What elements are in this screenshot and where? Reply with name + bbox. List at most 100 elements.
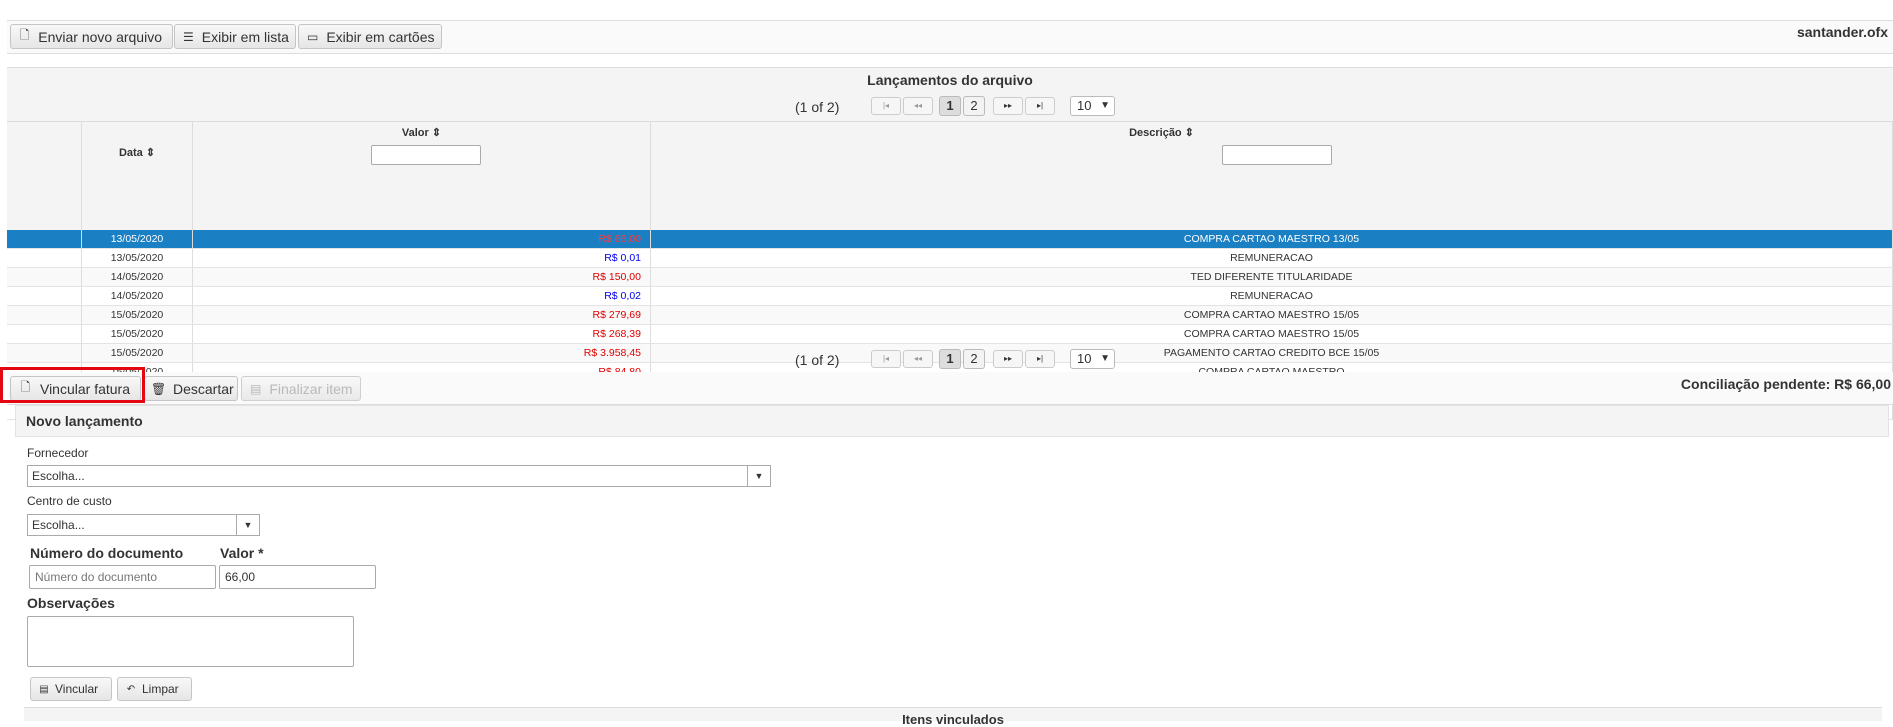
next-page-button[interactable]: ▸▸ <box>993 97 1023 115</box>
cost-center-value: Escolha... <box>32 518 85 532</box>
save-icon: ▤ <box>39 683 49 695</box>
first-page-button[interactable]: |◂ <box>871 97 901 115</box>
description-filter-input[interactable] <box>1222 145 1332 165</box>
first-page-button[interactable]: |◂ <box>871 350 901 368</box>
notes-label: Observações <box>27 595 115 611</box>
link-button[interactable]: ▤ Vincular <box>30 677 112 701</box>
page-2-button[interactable]: 2 <box>963 349 985 369</box>
supplier-select[interactable]: Escolha... ▼ <box>27 465 771 487</box>
row-date: 15/05/2020 <box>82 344 193 362</box>
entries-panel: Lançamentos do arquivo (1 of 2) |◂ ◂◂ 1 … <box>7 67 1893 420</box>
table-row[interactable]: 15/05/2020 R$ 268,39 COMPRA CARTAO MAESTRO… <box>7 325 1893 344</box>
table-row[interactable]: 13/05/2020 R$ 66,00 COMPRA CARTAO MAESTRO … <box>7 230 1893 249</box>
list-icon: ☰ <box>183 29 194 44</box>
row-date: 13/05/2020 <box>82 249 193 267</box>
value-filter-input[interactable] <box>371 145 481 165</box>
cards-view-label: Exibir em cartões <box>326 28 435 45</box>
trash-icon: 🗑 <box>151 381 167 396</box>
card-icon: ▭ <box>307 29 319 44</box>
row-value: R$ 0,02 <box>193 287 651 305</box>
row-value: R$ 66,00 <box>193 230 651 248</box>
list-view-button[interactable]: ☰ Exibir em lista <box>174 24 296 49</box>
rows-per-page-value: 10 <box>1077 351 1092 366</box>
panel-title: Lançamentos do arquivo <box>867 72 1033 88</box>
chevron-down-icon: ▼ <box>236 515 259 535</box>
pager-top: (1 of 2) |◂ ◂◂ 1 2 ▸▸ ▸| 10 ▼ <box>795 95 1125 117</box>
select-column-header <box>7 121 82 230</box>
row-value: R$ 268,39 <box>193 325 651 343</box>
prev-page-button[interactable]: ◂◂ <box>903 350 933 368</box>
page-2-button[interactable]: 2 <box>963 96 985 116</box>
discard-button[interactable]: 🗑 Descartar <box>144 376 238 401</box>
row-select-cell <box>7 306 82 324</box>
row-description: TED DIFERENTE TITULARIDADE <box>651 268 1893 286</box>
row-date: 14/05/2020 <box>82 287 193 305</box>
last-page-button[interactable]: ▸| <box>1025 97 1055 115</box>
link-button-label: Vincular <box>55 682 99 696</box>
new-entry-section: Novo lançamento <box>15 405 1889 437</box>
finish-item-button[interactable]: ▤ Finalizar item <box>241 376 361 401</box>
row-description: COMPRA CARTAO MAESTRO 13/05 <box>651 230 1893 248</box>
date-column-header[interactable]: Data ⇕ <box>82 121 193 230</box>
sort-icon: ⇕ <box>1184 127 1194 139</box>
row-description: COMPRA CARTAO MAESTRO 15/05 <box>651 325 1893 343</box>
file-icon: 🗋 <box>19 28 30 42</box>
list-view-label: Exibir em lista <box>201 28 289 45</box>
row-select-cell <box>7 268 82 286</box>
upload-file-label: Enviar novo arquivo <box>38 28 162 45</box>
row-select-cell <box>7 287 82 305</box>
rows-per-page-value: 10 <box>1077 98 1092 113</box>
page-1-button[interactable]: 1 <box>939 349 961 369</box>
cost-center-label: Centro de custo <box>27 494 112 508</box>
clear-button[interactable]: ↶ Limpar <box>117 677 192 701</box>
notes-textarea[interactable] <box>27 616 354 667</box>
table-row[interactable]: 13/05/2020 R$ 0,01 REMUNERACAO <box>7 249 1893 268</box>
value-input[interactable]: 66,00 <box>219 565 376 589</box>
table-row[interactable]: 14/05/2020 R$ 0,02 REMUNERACAO <box>7 287 1893 306</box>
row-description: COMPRA CARTAO MAESTRO 15/05 <box>651 306 1893 324</box>
rows-per-page-select[interactable]: 10 ▼ <box>1070 96 1115 116</box>
row-date: 15/05/2020 <box>82 306 193 324</box>
linked-items-section: Itens vinculados <box>24 707 1882 727</box>
row-date: 15/05/2020 <box>82 325 193 343</box>
clear-button-label: Limpar <box>142 682 179 696</box>
sort-icon: ⇕ <box>431 127 442 139</box>
section-title: Novo lançamento <box>26 413 143 429</box>
page-1-button[interactable]: 1 <box>939 96 961 116</box>
table-row[interactable]: 14/05/2020 R$ 150,00 TED DIFERENTE TITULAR… <box>7 268 1893 287</box>
description-column-label: Descrição ⇕ <box>1129 127 1194 139</box>
highlight-box <box>0 367 145 403</box>
supplier-label: Fornecedor <box>27 446 89 460</box>
document-number-input[interactable]: Número do documento <box>29 565 216 589</box>
page-count: (1 of 2) <box>795 99 840 115</box>
pager-bottom: (1 of 2) |◂ ◂◂ 1 2 ▸▸ ▸| 10 ▼ <box>795 348 1125 370</box>
rows-per-page-select[interactable]: 10 ▼ <box>1070 349 1115 369</box>
date-column-label: Data ⇕ <box>118 147 156 159</box>
document-number-label: Número do documento <box>30 545 184 561</box>
finish-item-label: Finalizar item <box>269 380 353 397</box>
file-name: santander.ofx <box>1796 24 1888 40</box>
chevron-down-icon: ▼ <box>1100 100 1110 111</box>
prev-page-button[interactable]: ◂◂ <box>903 97 933 115</box>
last-page-button[interactable]: ▸| <box>1025 350 1055 368</box>
cost-center-select[interactable]: Escolha... ▼ <box>27 514 260 536</box>
row-date: 14/05/2020 <box>82 268 193 286</box>
sort-icon: ⇕ <box>145 147 156 159</box>
next-page-button[interactable]: ▸▸ <box>993 350 1023 368</box>
row-value: R$ 150,00 <box>193 268 651 286</box>
page-count: (1 of 2) <box>795 352 840 368</box>
row-select-cell <box>7 249 82 267</box>
chevron-down-icon: ▼ <box>747 466 770 486</box>
row-value: R$ 3.958,45 <box>193 344 651 362</box>
cards-view-button[interactable]: ▭ Exibir em cartões <box>298 24 442 49</box>
row-date: 13/05/2020 <box>82 230 193 248</box>
upload-file-button[interactable]: 🗋 Enviar novo arquivo <box>10 24 173 49</box>
row-select-cell <box>7 344 82 362</box>
supplier-value: Escolha... <box>32 469 85 483</box>
value-label: Valor * <box>220 545 264 561</box>
table-row[interactable]: 15/05/2020 R$ 279,69 COMPRA CARTAO MAESTRO… <box>7 306 1893 325</box>
row-select-cell <box>7 325 82 343</box>
description-column-header[interactable]: Descrição ⇕ <box>651 121 1893 230</box>
undo-icon: ↶ <box>126 683 136 695</box>
table-header: Data ⇕ Valor ⇕ Descrição ⇕ <box>7 121 1893 230</box>
